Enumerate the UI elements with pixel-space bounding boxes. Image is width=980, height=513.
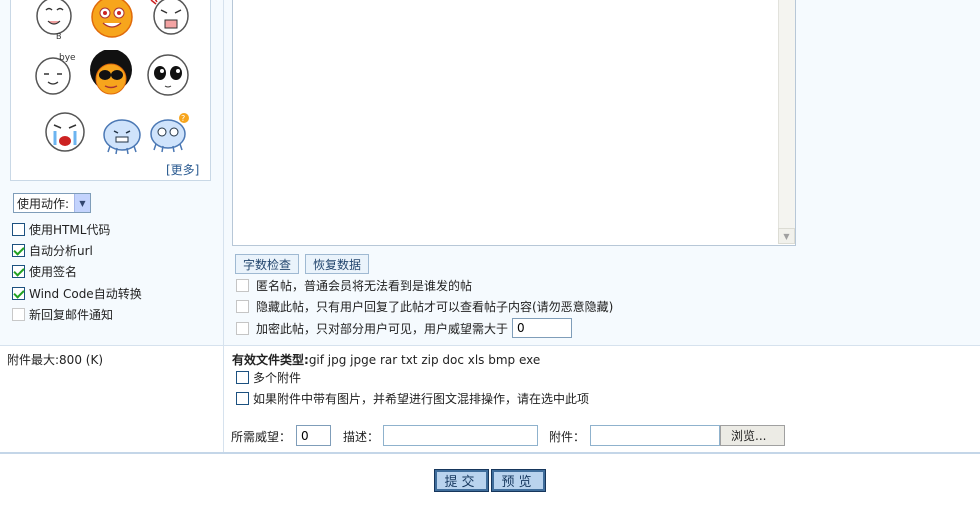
option-label: 多个附件 (253, 370, 302, 385)
crying-face-icon[interactable] (40, 107, 90, 157)
footer-divider (0, 452, 980, 454)
action-select[interactable]: 使用动作: ▼ (13, 193, 91, 213)
preview-button[interactable]: 预览 (491, 469, 546, 492)
option-signature[interactable]: 使用签名 (12, 262, 77, 280)
option-multi-attachment[interactable]: 多个附件 (236, 368, 301, 386)
option-label: 自动分析url (29, 243, 93, 258)
reputation-label: 所需威望： (231, 430, 292, 444)
option-label: 使用签名 (29, 264, 78, 279)
confused-blob-icon[interactable]: ? (144, 108, 194, 158)
option-windcode[interactable]: Wind Code自动转换 (12, 284, 142, 302)
more-emoticons-link[interactable]: [更多] (166, 161, 199, 178)
option-anonymous[interactable]: 匿名帖，普通会员将无法看到是谁发的帖 (236, 275, 472, 295)
mixed-layout-checkbox[interactable] (236, 391, 249, 405)
svg-text:B: B (56, 32, 62, 41)
option-label: 新回复邮件通知 (29, 307, 114, 322)
orange-grin-icon[interactable] (87, 0, 137, 42)
scroll-down-arrow-icon[interactable]: ▼ (778, 228, 795, 244)
emoticon-box: B bye ? (10, 0, 211, 181)
big-eyes-face-icon[interactable] (143, 50, 193, 100)
restore-data-button[interactable]: 恢复数据 (305, 254, 370, 274)
option-label: 如果附件中带有图片，并希望进行图文混排操作，请在选中此项 (253, 391, 590, 406)
attachment-types: 有效文件类型:gif jpg jpge rar txt zip doc xls … (232, 351, 540, 368)
option-encrypt[interactable]: 加密此帖，只对部分用户可见，用户威望需大于 (236, 318, 573, 338)
column-divider (223, 0, 224, 452)
option-mixed-layout[interactable]: 如果附件中带有图片，并希望进行图文混排操作，请在选中此项 (236, 389, 589, 407)
signature-checkbox[interactable] (12, 264, 25, 278)
blue-blob-icon[interactable] (97, 110, 147, 160)
reputation-input[interactable] (296, 425, 331, 446)
html-code-checkbox[interactable] (12, 222, 25, 236)
option-label: Wind Code自动转换 (29, 286, 142, 301)
svg-text:?: ? (181, 114, 185, 123)
option-email-notify[interactable]: 新回复邮件通知 (12, 305, 113, 323)
auto-url-checkbox[interactable] (12, 243, 25, 257)
svg-text:bye: bye (59, 53, 76, 63)
browse-button[interactable]: 浏览... (720, 425, 785, 446)
encrypt-reputation-input[interactable] (512, 318, 573, 338)
smile-face-icon[interactable]: B (30, 0, 80, 44)
submit-button[interactable]: 提交 (434, 469, 489, 492)
hidden-checkbox[interactable] (236, 299, 249, 313)
option-label: 使用HTML代码 (29, 222, 111, 237)
option-auto-url[interactable]: 自动分析url (12, 241, 93, 259)
option-hidden[interactable]: 隐藏此帖，只有用户回复了此帖才可以查看帖子内容(请勿恶意隐藏) (236, 296, 613, 316)
option-html-code[interactable]: 使用HTML代码 (12, 220, 110, 238)
cry-face-icon[interactable] (145, 0, 195, 42)
option-label: 隐藏此帖，只有用户回复了此帖才可以查看帖子内容(请勿恶意隐藏) (256, 299, 614, 314)
afro-sunglasses-icon[interactable] (86, 50, 136, 100)
chevron-down-icon[interactable]: ▼ (74, 194, 90, 212)
email-notify-checkbox[interactable] (12, 307, 25, 321)
attachment-types-value: gif jpg jpge rar txt zip doc xls bmp exe (308, 353, 541, 367)
attachment-max-size: 附件最大:800 (K) (7, 353, 103, 367)
action-select-value: 使用动作: (17, 196, 70, 211)
multi-attachment-checkbox[interactable] (236, 370, 249, 384)
description-input[interactable] (383, 425, 538, 446)
windcode-checkbox[interactable] (12, 286, 25, 300)
section-divider (0, 345, 980, 346)
bye-face-icon[interactable]: bye (29, 50, 79, 100)
attachment-types-label: 有效文件类型: (232, 353, 309, 367)
file-label: 附件： (549, 430, 586, 444)
editor-scrollbar[interactable] (778, 0, 795, 244)
encrypt-checkbox[interactable] (236, 321, 249, 335)
option-label: 加密此帖，只对部分用户可见，用户威望需大于 (256, 321, 509, 336)
word-check-button[interactable]: 字数检查 (235, 254, 300, 274)
option-label: 匿名帖，普通会员将无法看到是谁发的帖 (256, 278, 473, 293)
post-content-editor[interactable] (232, 0, 796, 246)
file-path-input[interactable] (590, 425, 720, 446)
description-label: 描述： (343, 430, 380, 444)
anonymous-checkbox[interactable] (236, 278, 249, 292)
